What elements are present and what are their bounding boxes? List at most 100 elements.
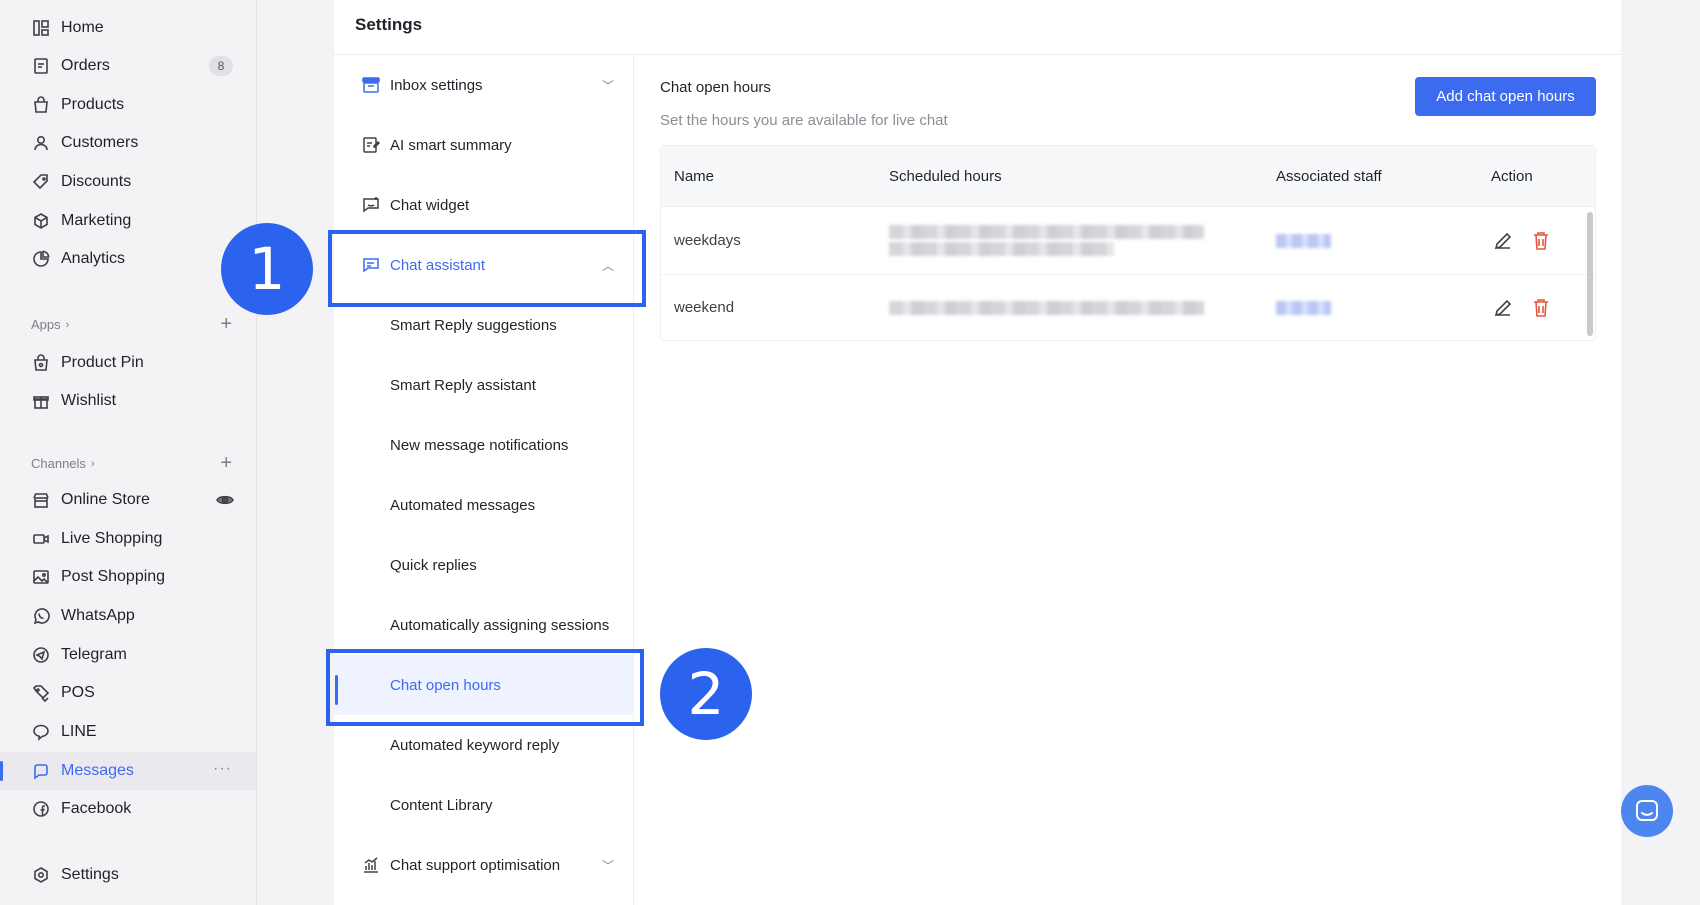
sidebar-item-wishlist[interactable]: Wishlist (0, 382, 256, 420)
video-icon (31, 529, 51, 549)
submenu-item-quick-replies[interactable]: Quick replies (334, 535, 634, 595)
row-actions (1491, 296, 1553, 320)
eye-icon[interactable] (216, 491, 234, 509)
chevron-down-icon: ﹀ (601, 858, 614, 873)
sidebar-item-post-shopping[interactable]: Post Shopping (0, 558, 256, 596)
settings-panel: Settings Inbox settings ﹀ AI smart summa… (334, 0, 1621, 905)
edit-pencil-icon[interactable] (1491, 229, 1515, 253)
sidebar-item-label: Home (61, 19, 104, 36)
submenu-item-chat-widget[interactable]: Chat widget (334, 175, 634, 235)
sidebar-item-label: Orders (61, 57, 110, 74)
channels-section-label[interactable]: Channels › (31, 456, 95, 471)
redacted-scheduled-hours (889, 298, 1204, 318)
open-hours-table: Name Scheduled hours Associated staff Ac… (660, 145, 1596, 341)
highlight-box-chat-open-hours (326, 649, 644, 726)
sidebar-item-line[interactable]: LINE (0, 713, 256, 751)
column-header-name: Name (674, 167, 715, 185)
sidebar-item-facebook[interactable]: Facebook (0, 790, 256, 828)
dashboard-icon (31, 18, 51, 38)
table-row: weekend (661, 274, 1595, 340)
more-options-icon[interactable]: ··· (213, 760, 232, 778)
sidebar-item-label: Discounts (61, 173, 132, 190)
telegram-icon (31, 645, 51, 665)
ai-summary-icon (360, 134, 382, 156)
submenu-item-new-message-notifications[interactable]: New message notifications (334, 415, 634, 475)
sidebar-item-label: Settings (61, 866, 119, 883)
sidebar-item-messages[interactable]: Messages ··· (0, 752, 256, 790)
tag-icon (31, 172, 51, 192)
redacted-staff (1276, 298, 1331, 318)
highlight-box-chat-assistant (328, 230, 646, 307)
chat-bubble-icon (1636, 800, 1658, 821)
sidebar-item-orders[interactable]: Orders 8 (0, 47, 256, 85)
sidebar-item-label: Marketing (61, 212, 132, 229)
table-header: Name Scheduled hours Associated staff Ac… (661, 146, 1595, 206)
sidebar-item-whatsapp[interactable]: WhatsApp (0, 597, 256, 635)
sidebar-item-label: Messages (61, 762, 134, 779)
user-icon (31, 133, 51, 153)
sidebar-item-analytics[interactable]: Analytics (0, 240, 256, 278)
chevron-down-icon: ﹀ (601, 78, 614, 93)
chat-widget-icon (360, 194, 382, 216)
submenu-item-content-library[interactable]: Content Library (334, 775, 634, 835)
sidebar-item-online-store[interactable]: Online Store (0, 481, 256, 519)
sidebar-item-discounts[interactable]: Discounts (0, 163, 256, 201)
support-chat-button[interactable] (1621, 785, 1673, 837)
sidebar-item-customers[interactable]: Customers (0, 124, 256, 162)
sidebar-item-label: Wishlist (61, 392, 117, 409)
submenu-item-auto-assign-sessions[interactable]: Automatically assigning sessions (334, 595, 634, 655)
settings-hexagon-icon (31, 865, 51, 885)
add-chat-open-hours-button[interactable]: Add chat open hours (1415, 77, 1596, 116)
sidebar-item-products[interactable]: Products (0, 86, 256, 124)
section-title: Chat open hours (660, 79, 771, 96)
sidebar-item-live-shopping[interactable]: Live Shopping (0, 520, 256, 558)
orders-icon (31, 56, 51, 76)
bar-chart-icon (360, 854, 382, 876)
sidebar-item-label: Customers (61, 134, 139, 151)
column-header-scheduled-hours: Scheduled hours (889, 167, 1002, 185)
column-header-associated-staff: Associated staff (1276, 167, 1382, 185)
sidebar-item-label: Analytics (61, 250, 126, 267)
add-channel-plus-icon[interactable]: + (220, 453, 232, 473)
submenu-item-chat-support-optimisation[interactable]: Chat support optimisation ﹀ (334, 835, 634, 895)
redacted-scheduled-hours (889, 222, 1204, 259)
sidebar-item-settings[interactable]: Settings (0, 856, 256, 894)
chevron-right-icon: › (90, 457, 95, 470)
main-sidebar: Home Orders 8 Products Customers Discoun… (0, 0, 257, 905)
messages-icon (31, 761, 51, 781)
facebook-icon (31, 799, 51, 819)
section-subtitle: Set the hours you are available for live… (660, 112, 948, 129)
edit-pencil-icon[interactable] (1491, 296, 1515, 320)
apps-section-label[interactable]: Apps › (31, 317, 69, 332)
sidebar-item-product-pin[interactable]: Product Pin (0, 344, 256, 382)
sidebar-item-telegram[interactable]: Telegram (0, 636, 256, 674)
submenu-item-smart-reply-assistant[interactable]: Smart Reply assistant (334, 355, 634, 415)
sidebar-item-label: Online Store (61, 491, 150, 508)
submenu-item-ai-smart-summary[interactable]: AI smart summary (334, 115, 634, 175)
submenu-item-inbox-settings[interactable]: Inbox settings ﹀ (334, 55, 634, 115)
sidebar-item-label: Post Shopping (61, 568, 166, 585)
gift-icon (31, 391, 51, 411)
sidebar-item-marketing[interactable]: Marketing (0, 202, 256, 240)
whatsapp-icon (31, 606, 51, 626)
row-actions (1491, 229, 1553, 253)
pos-tag-icon (31, 683, 51, 703)
sidebar-item-pos[interactable]: POS (0, 674, 256, 712)
sidebar-item-home[interactable]: Home (0, 9, 256, 47)
inbox-icon (360, 74, 382, 96)
delete-trash-icon[interactable] (1529, 229, 1553, 253)
submenu-item-automated-messages[interactable]: Automated messages (334, 475, 634, 535)
sidebar-item-label: LINE (61, 723, 97, 740)
table-scrollbar[interactable] (1587, 212, 1593, 336)
line-icon (31, 722, 51, 742)
sidebar-item-label: Product Pin (61, 354, 144, 371)
bag-icon (31, 95, 51, 115)
delete-trash-icon[interactable] (1529, 296, 1553, 320)
table-row: weekdays (661, 206, 1595, 274)
orders-count-badge: 8 (209, 56, 233, 76)
step-number-2: 2 (660, 648, 752, 740)
add-app-plus-icon[interactable]: + (220, 314, 232, 334)
column-header-action: Action (1491, 167, 1533, 185)
row-name: weekend (674, 299, 735, 316)
redacted-staff (1276, 231, 1331, 251)
